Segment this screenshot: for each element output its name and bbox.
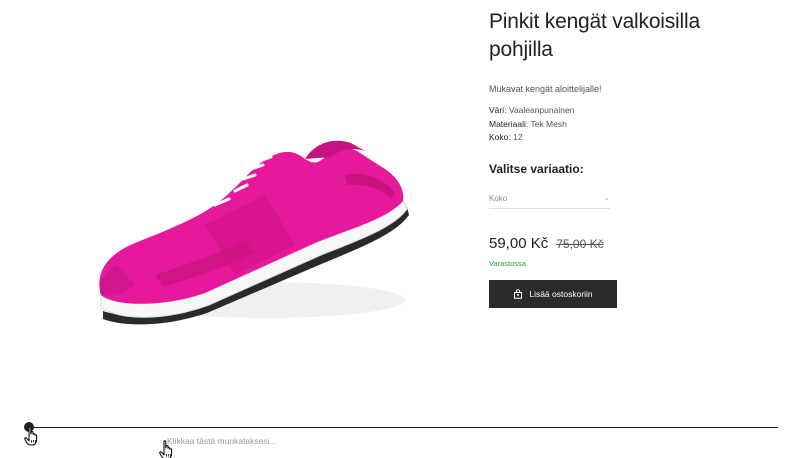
hand-pointer-icon: [159, 440, 175, 458]
attribute-value: 12: [513, 132, 523, 142]
product-title: Pinkit kengät valkoisilla pohjilla: [489, 10, 700, 61]
product-short-description: Mukavat kengät aloittelijalle!: [489, 84, 602, 94]
chevron-down-icon: ⌄: [603, 192, 610, 202]
attribute-row: Materiaali: Tek Mesh: [489, 118, 567, 129]
add-to-cart-label: Lisää ostoskoriin: [529, 288, 593, 299]
variation-select[interactable]: Koko ⌄: [489, 193, 610, 209]
shopping-bag-icon: [514, 288, 523, 299]
attribute-value: Vaaleanpunainen: [508, 105, 575, 115]
add-to-cart-button[interactable]: Lisää ostoskoriin: [489, 279, 617, 308]
attribute-row: Koko: 12: [489, 132, 523, 142]
attribute-row: Väri: Vaaleanpunainen: [489, 105, 575, 115]
attribute-key: Koko: [489, 132, 509, 142]
current-price: 59,00 Kč: [489, 234, 549, 252]
product-info: Pinkit kengät valkoisilla pohjilla Mukav…: [489, 8, 769, 308]
price-row: 59,00 Kč 75,00 Kč: [489, 235, 769, 252]
stock-status: Varastossa: [489, 258, 526, 268]
edit-placeholder[interactable]: Klikkaa tästä muokataksesi...: [167, 436, 277, 446]
product-image: [95, 135, 415, 335]
original-price: 75,00 Kč: [556, 236, 604, 251]
hand-pointer-icon: [24, 426, 40, 446]
attribute-value: Tek Mesh: [530, 118, 567, 129]
section-divider: [28, 427, 778, 428]
variation-label: Valitse variaatio:: [489, 161, 584, 176]
product-attributes: Väri: Vaaleanpunainen Materiaali: Tek Me…: [489, 104, 769, 145]
attribute-key: Väri: [489, 105, 505, 115]
attribute-key: Materiaali: [489, 118, 526, 129]
variation-select-value: Koko: [489, 193, 508, 203]
pink-shoe-image: [99, 140, 409, 325]
